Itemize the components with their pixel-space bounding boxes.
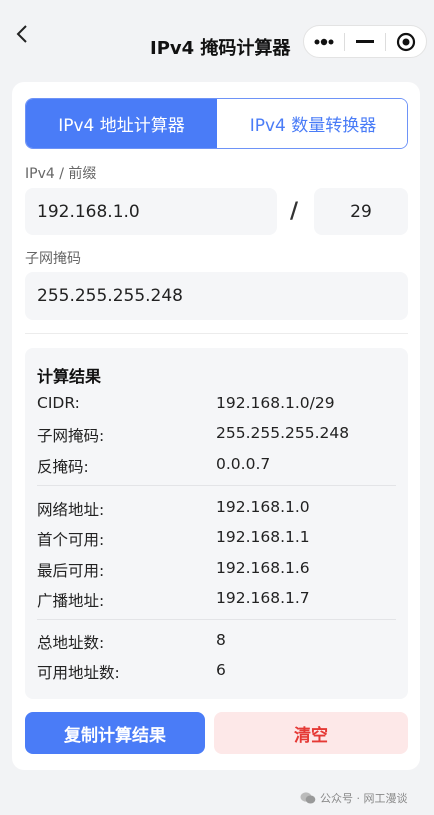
result-value: 192.168.1.1 — [216, 528, 310, 546]
result-row-mask: 子网掩码: 255.255.255.248 — [37, 424, 397, 446]
result-value: 192.168.1.0 — [216, 498, 310, 516]
result-row-last-usable: 最后可用: 192.168.1.6 — [37, 559, 397, 581]
result-key: 广播地址: — [37, 592, 105, 610]
result-key: 反掩码: — [37, 458, 89, 476]
result-value: 192.168.1.0/29 — [216, 394, 335, 412]
result-value: 192.168.1.7 — [216, 589, 310, 607]
result-value: 0.0.0.7 — [216, 455, 271, 473]
result-key: 网络地址: — [37, 501, 105, 519]
navigation-bar: IPv4 掩码计算器 — [0, 0, 434, 70]
result-value: 255.255.255.248 — [216, 424, 350, 442]
result-row-total: 总地址数: 8 — [37, 631, 397, 653]
result-row-wildcard: 反掩码: 0.0.0.7 — [37, 455, 397, 477]
page-title: IPv4 掩码计算器 — [150, 38, 291, 59]
section-divider — [25, 333, 408, 334]
mini-program-capsule — [303, 25, 427, 58]
result-row-usable-count: 可用地址数: 6 — [37, 661, 397, 683]
watermark: 公众号 · 网工漫谈 — [300, 790, 408, 806]
result-row-first-usable: 首个可用: 192.168.1.1 — [37, 528, 397, 550]
result-key: CIDR: — [37, 394, 80, 412]
tab-bar: IPv4 地址计算器 IPv4 数量转换器 — [25, 98, 408, 149]
result-value: 8 — [216, 631, 226, 649]
tab-address-calculator[interactable]: IPv4 地址计算器 — [26, 99, 217, 148]
result-key: 总地址数: — [37, 634, 105, 652]
result-row-network: 网络地址: 192.168.1.0 — [37, 498, 397, 520]
ip-prefix-label: IPv4 / 前缀 — [25, 166, 97, 182]
results-divider — [37, 485, 396, 486]
tab-count-converter[interactable]: IPv4 数量转换器 — [217, 99, 407, 148]
slash-separator: / — [290, 199, 299, 224]
copy-results-button[interactable]: 复制计算结果 — [25, 712, 205, 754]
result-key: 最后可用: — [37, 562, 105, 580]
results-divider — [37, 619, 396, 620]
results-panel: 计算结果 CIDR: 192.168.1.0/29 子网掩码: 255.255.… — [25, 348, 408, 699]
subnet-mask-input[interactable]: 255.255.255.248 — [25, 272, 408, 320]
result-value: 192.168.1.6 — [216, 559, 310, 577]
result-key: 子网掩码: — [37, 427, 105, 445]
wechat-icon — [300, 792, 316, 804]
result-key: 可用地址数: — [37, 664, 120, 682]
calculator-card: IPv4 地址计算器 IPv4 数量转换器 IPv4 / 前缀 192.168.… — [12, 82, 420, 770]
results-title: 计算结果 — [37, 367, 102, 386]
more-dots-icon[interactable] — [304, 26, 344, 57]
close-target-icon[interactable] — [386, 26, 426, 57]
result-key: 首个可用: — [37, 531, 105, 549]
watermark-text: 公众号 · 网工漫谈 — [320, 792, 408, 805]
result-value: 6 — [216, 661, 226, 679]
back-chevron-icon[interactable] — [10, 22, 34, 46]
result-row-cidr: CIDR: 192.168.1.0/29 — [37, 394, 397, 416]
clear-button[interactable]: 清空 — [214, 712, 408, 754]
ip-address-input[interactable]: 192.168.1.0 — [25, 188, 277, 235]
prefix-input[interactable]: 29 — [314, 188, 408, 235]
minimize-icon[interactable] — [345, 26, 385, 57]
result-row-broadcast: 广播地址: 192.168.1.7 — [37, 589, 397, 611]
subnet-mask-label: 子网掩码 — [25, 251, 81, 267]
